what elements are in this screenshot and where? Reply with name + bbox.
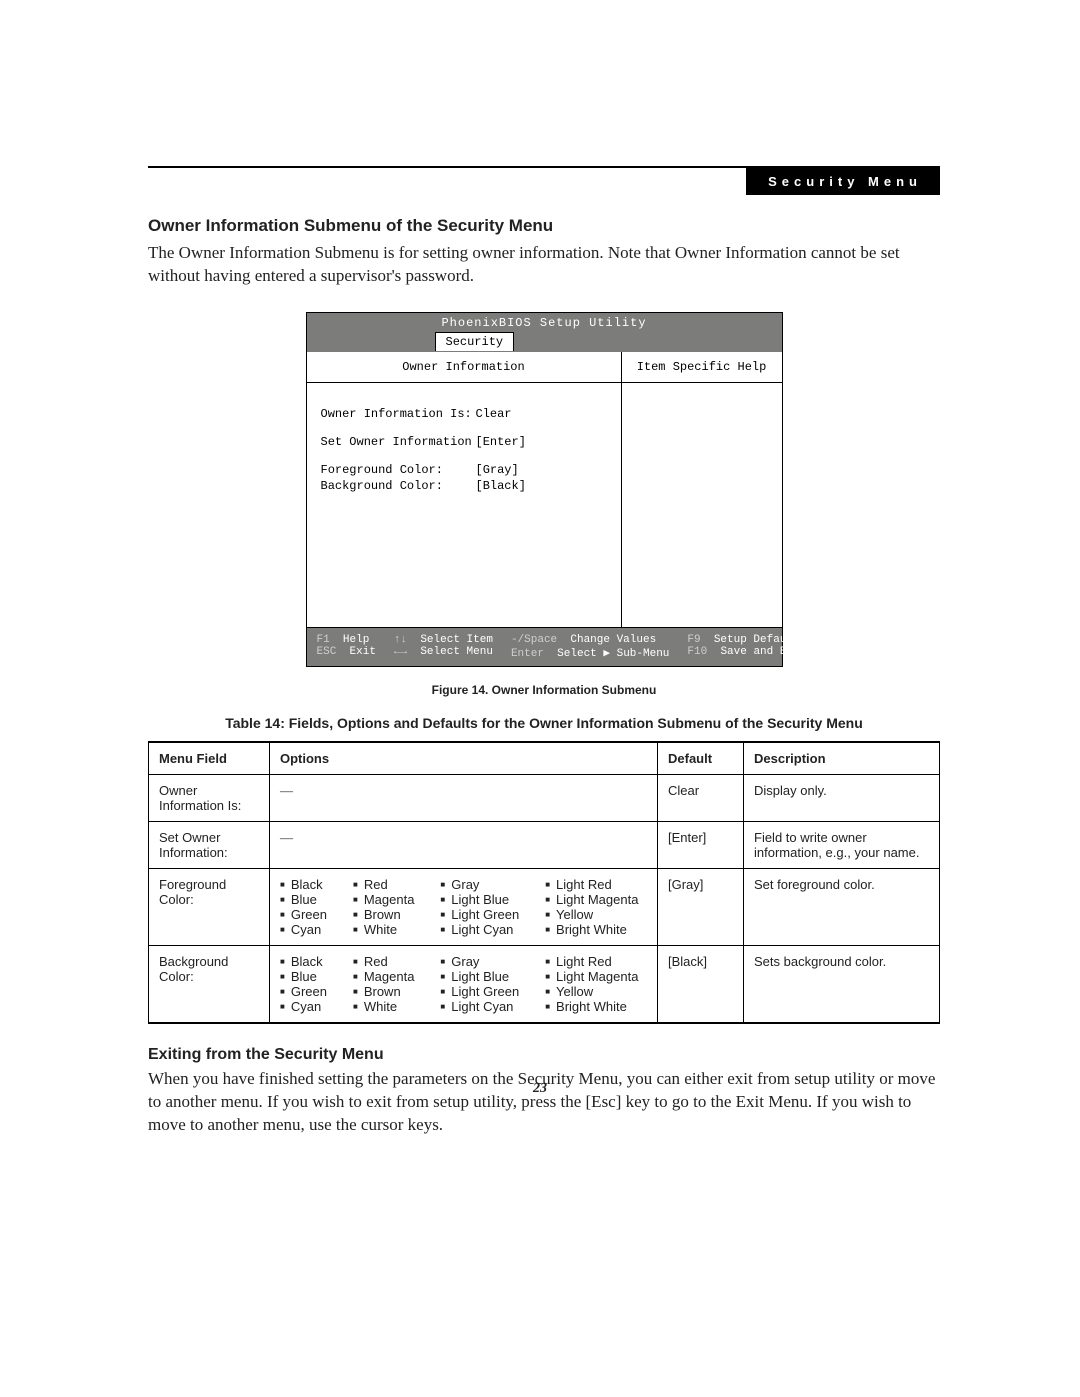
key-help: Help: [343, 634, 369, 646]
color-opt: Red: [353, 877, 414, 892]
bios-tabrow: Security: [307, 330, 782, 352]
top-rule: Security Menu: [148, 166, 940, 168]
cell-field: Set Owner Information:: [149, 821, 270, 868]
color-opt: Cyan: [280, 922, 327, 937]
color-opt: White: [353, 999, 414, 1014]
key-f10: F10: [687, 646, 707, 658]
cell-field: Owner Information Is:: [149, 774, 270, 821]
fields-table: Menu Field Options Default Description O…: [148, 741, 940, 1024]
color-opt: Magenta: [353, 969, 414, 984]
table-caption: Table 14: Fields, Options and Defaults f…: [148, 715, 940, 731]
color-opt: Blue: [280, 969, 327, 984]
key-change-values: Change Values: [570, 634, 656, 646]
cell-desc: Display only.: [744, 774, 940, 821]
color-opt: Light Magenta: [545, 969, 638, 984]
cell-options: —: [270, 774, 658, 821]
key-updown: ↑↓: [394, 634, 407, 646]
section-body-2: When you have finished setting the param…: [148, 1068, 940, 1137]
color-opt: Blue: [280, 892, 327, 907]
figure-caption: Figure 14. Owner Information Submenu: [148, 683, 940, 697]
color-opt: Green: [280, 984, 327, 999]
key-leftright: ←→: [394, 646, 407, 658]
cell-field: Foreground Color:: [149, 868, 270, 945]
bios-help-content: [622, 383, 782, 627]
section-body-1: The Owner Information Submenu is for set…: [148, 242, 940, 288]
bios-value-owner-is: Clear: [476, 407, 607, 421]
key-esc: ESC: [317, 646, 337, 658]
header-badge: Security Menu: [746, 168, 940, 195]
color-opt: Light Green: [440, 907, 519, 922]
bios-label-bg-color: Background Color:: [321, 479, 476, 493]
key-minus-space: -/Space: [511, 634, 557, 646]
key-select-item: Select Item: [420, 634, 493, 646]
color-opt: Gray: [440, 877, 519, 892]
color-opt: Light Cyan: [440, 922, 519, 937]
table-row: Foreground Color: Black Blue Green Cyan …: [149, 868, 940, 945]
color-opt: Light Magenta: [545, 892, 638, 907]
bios-right-title: Item Specific Help: [622, 352, 782, 383]
color-opt: White: [353, 922, 414, 937]
color-opt: Magenta: [353, 892, 414, 907]
bios-label-fg-color: Foreground Color:: [321, 463, 476, 477]
key-select-sub: Select ▶ Sub-Menu: [557, 648, 669, 660]
table-row: Set Owner Information: — [Enter] Field t…: [149, 821, 940, 868]
bios-tab-security: Security: [435, 332, 515, 351]
cell-field: Background Color:: [149, 945, 270, 1023]
bios-value-set-owner: [Enter]: [476, 435, 607, 449]
bios-label-owner-is: Owner Information Is:: [321, 407, 476, 421]
bios-screenshot: PhoenixBIOS Setup Utility Security Owner…: [306, 312, 783, 667]
cell-options: Black Blue Green Cyan Red Magenta Brown …: [270, 945, 658, 1023]
section-title-2: Exiting from the Security Menu: [148, 1046, 940, 1064]
color-opt: Light Blue: [440, 892, 519, 907]
key-select-menu: Select Menu: [420, 646, 493, 658]
bios-value-fg-color: [Gray]: [476, 463, 607, 477]
color-opt: Light Green: [440, 984, 519, 999]
color-opt: Cyan: [280, 999, 327, 1014]
cell-default: [Gray]: [658, 868, 744, 945]
color-opt: Bright White: [545, 999, 638, 1014]
key-f9: F9: [687, 634, 700, 646]
page-number: 23: [533, 1081, 547, 1097]
cell-desc: Sets background color.: [744, 945, 940, 1023]
color-opt: Black: [280, 954, 327, 969]
cell-default: [Black]: [658, 945, 744, 1023]
color-opt: Red: [353, 954, 414, 969]
th-default: Default: [658, 742, 744, 775]
color-opt: Gray: [440, 954, 519, 969]
color-opt: Yellow: [545, 907, 638, 922]
color-opt: Black: [280, 877, 327, 892]
key-setup-defaults: Setup Defaults: [714, 634, 806, 646]
color-opt: Brown: [353, 907, 414, 922]
color-opt: Light Red: [545, 954, 638, 969]
section-title-1: Owner Information Submenu of the Securit…: [148, 216, 940, 236]
cell-default: [Enter]: [658, 821, 744, 868]
color-opt: Light Cyan: [440, 999, 519, 1014]
key-exit: Exit: [350, 646, 376, 658]
color-opt: Light Blue: [440, 969, 519, 984]
color-opt: Bright White: [545, 922, 638, 937]
cell-options: —: [270, 821, 658, 868]
th-options: Options: [270, 742, 658, 775]
table-row: Background Color: Black Blue Green Cyan …: [149, 945, 940, 1023]
bios-left-title: Owner Information: [307, 352, 621, 383]
bios-label-set-owner: Set Owner Information: [321, 435, 476, 449]
key-f1: F1: [317, 634, 330, 646]
bios-footer: F1 Help ESC Exit ↑↓ Select Item ←→ Selec…: [307, 628, 782, 666]
bios-utility-title: PhoenixBIOS Setup Utility: [307, 313, 782, 330]
cell-options: Black Blue Green Cyan Red Magenta Brown …: [270, 868, 658, 945]
bios-value-bg-color: [Black]: [476, 479, 607, 493]
color-opt: Light Red: [545, 877, 638, 892]
th-menu-field: Menu Field: [149, 742, 270, 775]
table-row: Owner Information Is: — Clear Display on…: [149, 774, 940, 821]
key-save-exit: Save and Exit: [720, 646, 806, 658]
cell-default: Clear: [658, 774, 744, 821]
color-opt: Brown: [353, 984, 414, 999]
cell-desc: Set foreground color.: [744, 868, 940, 945]
cell-desc: Field to write owner information, e.g., …: [744, 821, 940, 868]
key-enter: Enter: [511, 648, 544, 660]
table-header-row: Menu Field Options Default Description: [149, 742, 940, 775]
th-description: Description: [744, 742, 940, 775]
color-opt: Yellow: [545, 984, 638, 999]
color-opt: Green: [280, 907, 327, 922]
